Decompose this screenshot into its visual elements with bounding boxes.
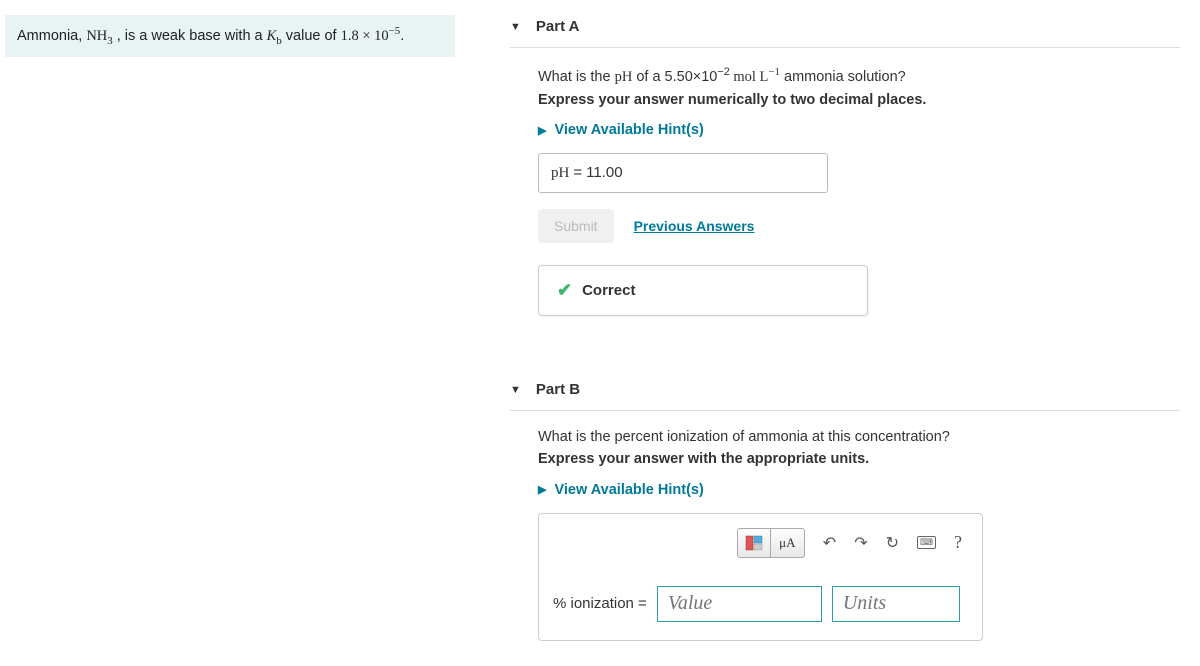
caret-down-icon: ▼ — [510, 21, 521, 33]
feedback-correct: ✔ Correct — [538, 265, 868, 316]
part-a-body: What is the pH of a 5.50×10−2 mol L−1 am… — [510, 48, 1180, 341]
help-icon[interactable]: ? — [954, 532, 962, 553]
caret-right-icon: ▶ — [538, 483, 546, 496]
submit-button: Submit — [538, 209, 614, 243]
part-b-question: What is the percent ionization of ammoni… — [538, 429, 1180, 445]
part-b-body: What is the percent ionization of ammoni… — [510, 411, 1180, 666]
caret-right-icon: ▶ — [538, 124, 546, 137]
reset-icon[interactable]: ↻ — [886, 533, 899, 553]
info-mid2: value of — [282, 28, 341, 44]
answer-label: pH — [551, 165, 569, 182]
value-input[interactable] — [657, 586, 822, 622]
previous-answers-link[interactable]: Previous Answers — [634, 218, 755, 234]
answer-value: 11.00 — [586, 164, 622, 181]
info-kb: Kb — [267, 28, 282, 44]
part-a-answer-box: pH = 11.00 — [538, 153, 828, 193]
keyboard-icon[interactable]: ⌨ — [917, 536, 936, 549]
part-b-title: Part B — [536, 381, 580, 398]
templates-button[interactable] — [737, 528, 771, 558]
part-a-header[interactable]: ▼ Part A — [510, 8, 1180, 48]
redo-icon[interactable]: ↷ — [854, 533, 867, 553]
format-buttons: μA — [737, 528, 805, 558]
units-input[interactable] — [832, 586, 960, 622]
part-a-title: Part A — [536, 18, 580, 35]
info-text-pre: Ammonia, — [17, 28, 86, 44]
ionization-label: % ionization = — [553, 595, 647, 612]
undo-icon[interactable]: ↶ — [823, 533, 836, 553]
info-value: 1.8 × 10−5 — [341, 28, 401, 44]
info-mid: , is a weak base with a — [113, 28, 267, 44]
check-icon: ✔ — [557, 280, 572, 301]
part-b-header[interactable]: ▼ Part B — [510, 371, 1180, 410]
caret-down-icon: ▼ — [510, 384, 521, 396]
part-b-hints-toggle[interactable]: ▶ View Available Hint(s) — [538, 482, 704, 498]
info-end: . — [400, 28, 404, 44]
part-b-instruction: Express your answer with the appropriate… — [538, 451, 1180, 467]
info-formula: NH3 — [86, 28, 112, 44]
symbols-button[interactable]: μA — [771, 528, 805, 558]
hints-label: View Available Hint(s) — [554, 482, 703, 498]
answer-eq: = — [573, 164, 582, 181]
part-a-hints-toggle[interactable]: ▶ View Available Hint(s) — [538, 122, 704, 138]
part-a-instruction: Express your answer numerically to two d… — [538, 92, 1180, 108]
correct-label: Correct — [582, 282, 635, 299]
input-toolbar: μA ↶ ↷ ↻ ⌨ ? — [553, 528, 968, 572]
templates-icon — [745, 535, 763, 551]
hints-label: View Available Hint(s) — [554, 122, 703, 138]
part-a-question: What is the pH of a 5.50×10−2 mol L−1 am… — [538, 66, 1180, 86]
part-b-input-card: μA ↶ ↷ ↻ ⌨ ? % ionization = — [538, 513, 983, 641]
problem-statement: Ammonia, NH3 , is a weak base with a Kb … — [5, 15, 455, 57]
